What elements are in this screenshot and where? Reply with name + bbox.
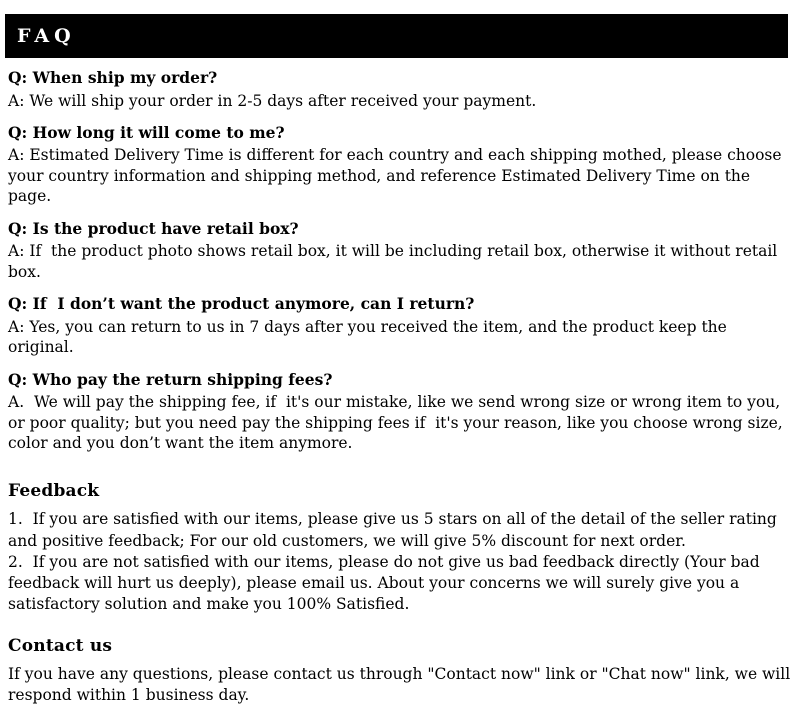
faq-item-1: Q: When ship my order? A: We will ship y… [8, 58, 792, 113]
faq-content: Q: When ship my order? A: We will ship y… [0, 58, 800, 706]
faq-question: Q: Who pay the return shipping fees? [8, 369, 333, 389]
faq-answer: A: We will ship your order in 2-5 days a… [8, 91, 537, 110]
faq-item-2: Q: How long it will come to me? A: Estim… [8, 113, 792, 209]
faq-answer: A: If the product photo shows retail box… [8, 242, 783, 281]
contact-section: Contact us If you have any questions, pl… [8, 616, 792, 706]
faq-answer: A. We will pay the shipping fee, if it's… [8, 393, 788, 453]
faq-item-4: Q: If I don’t want the product anymore, … [8, 284, 792, 359]
faq-question: Q: How long it will come to me? [8, 122, 285, 142]
faq-question: Q: When ship my order? [8, 68, 218, 87]
faq-question: Q: If I don’t want the product anymore, … [8, 294, 475, 314]
faq-answer: A: Yes, you can return to us in 7 days a… [8, 317, 732, 357]
faq-item-3: Q: Is the product have retail box? A: If… [8, 209, 792, 284]
faq-page: FAQ Q: When ship my order? A: We will sh… [0, 0, 800, 704]
feedback-point-2: 2. If you are not satisfied with our ite… [8, 552, 765, 614]
contact-heading: Contact us [8, 635, 113, 656]
faq-header-bar: FAQ [5, 14, 788, 58]
faq-item-5: Q: Who pay the return shipping fees? A. … [8, 360, 792, 456]
feedback-section: Feedback 1. If you are satisfied with ou… [8, 455, 792, 615]
page-title: FAQ [17, 24, 76, 47]
faq-question: Q: Is the product have retail box? [8, 218, 299, 238]
faq-answer: A: Estimated Delivery Time is different … [8, 146, 787, 206]
feedback-point-1: 1. If you are satisfied with our items, … [8, 510, 782, 550]
feedback-heading: Feedback [8, 481, 100, 502]
